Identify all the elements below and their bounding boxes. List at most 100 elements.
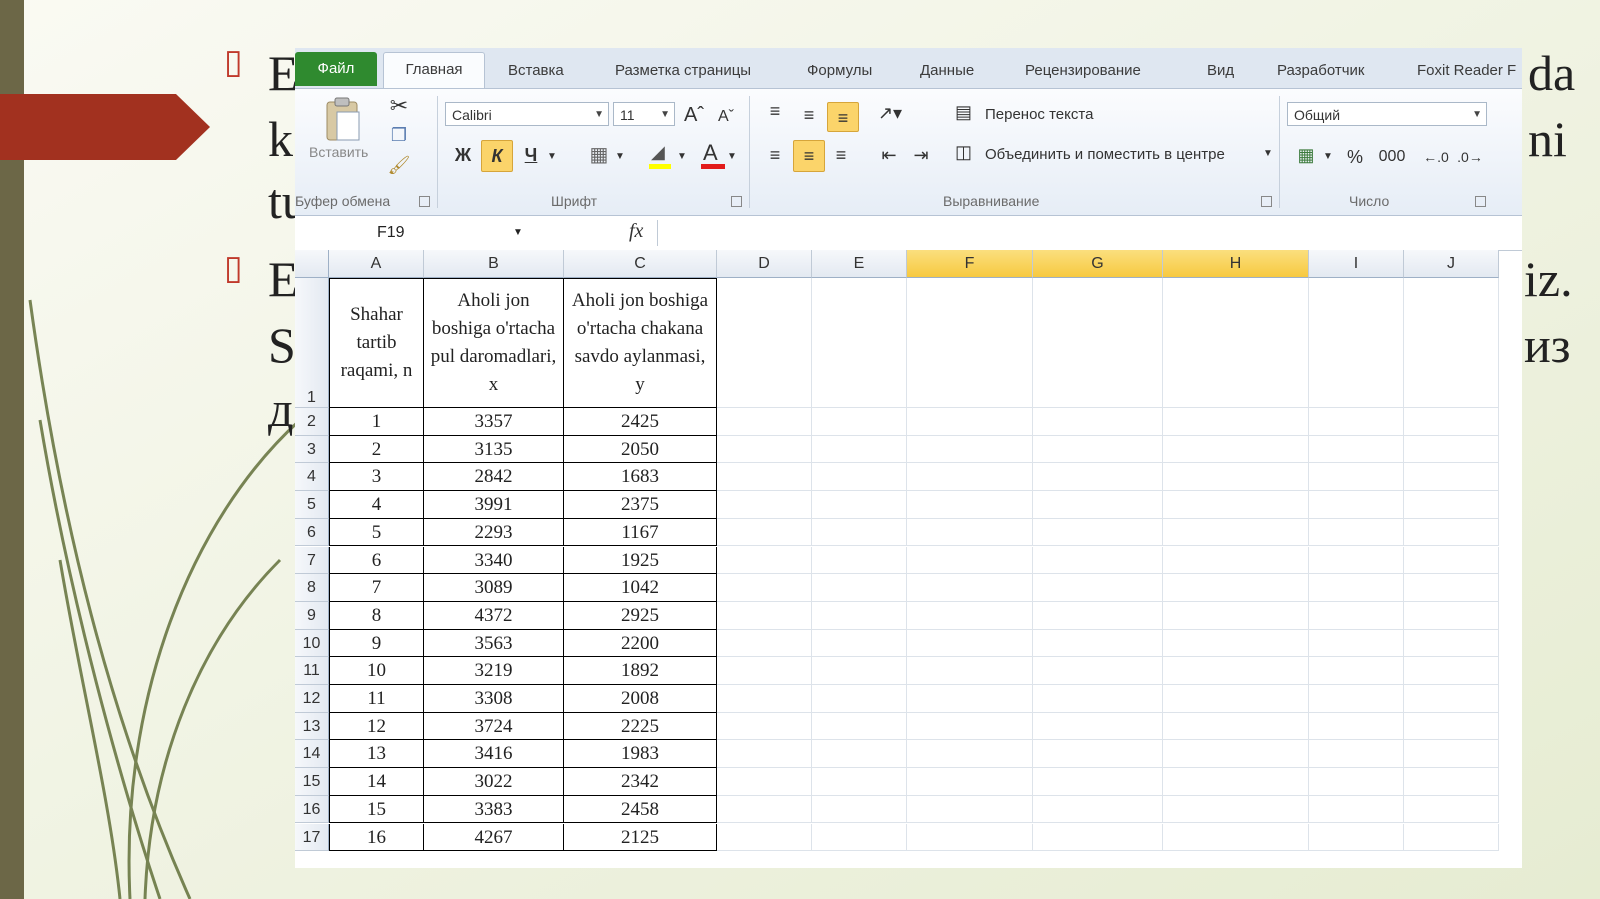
sheet-cell[interactable] [1404,795,1499,824]
sheet-cell[interactable] [1033,546,1163,575]
sheet-cell[interactable] [717,278,812,408]
sheet-cell[interactable] [812,657,907,685]
decrease-indent-icon[interactable]: ⇤ [875,142,903,168]
table-cell[interactable]: 3724 [424,712,564,741]
table-cell[interactable]: 2342 [564,768,717,796]
sheet-cell[interactable] [717,408,812,436]
sheet-cell[interactable] [1033,435,1163,464]
column-header-a[interactable]: A [329,250,424,278]
sheet-cell[interactable] [907,408,1033,436]
column-header-d[interactable]: D [717,250,812,278]
sheet-cell[interactable] [1163,629,1309,658]
italic-button[interactable]: К [481,140,513,172]
merge-center-button[interactable]: ◫ Объединить и поместить в центре ▼ [955,142,1275,168]
sheet-cell[interactable] [1309,278,1404,408]
sheet-cell[interactable] [907,740,1033,769]
sheet-cell[interactable] [812,795,907,824]
sheet-cell[interactable] [1404,278,1499,408]
sheet-cell[interactable] [1033,768,1163,796]
sheet-cell[interactable] [1163,546,1309,575]
table-cell[interactable]: 3308 [424,685,564,713]
row-header-3[interactable]: 3 [295,435,329,464]
grow-font-icon[interactable]: Aˆ [681,102,707,128]
table-cell[interactable]: 3022 [424,768,564,796]
table-cell[interactable]: 1683 [564,463,717,492]
wrap-text-button[interactable]: ▤ Перенос текста [955,102,1135,128]
sheet-cell[interactable] [1163,463,1309,492]
sheet-cell[interactable] [812,546,907,575]
align-center-icon[interactable]: ≡ [793,140,825,172]
table-cell[interactable]: 2925 [564,601,717,630]
sheet-cell[interactable] [812,518,907,547]
table-cell[interactable]: 4372 [424,601,564,630]
sheet-cell[interactable] [1404,491,1499,519]
font-name-select[interactable]: Calibri ▼ [445,102,609,126]
decrease-decimal-icon[interactable]: .0→ [1455,144,1485,170]
table-cell[interactable]: 1983 [564,740,717,769]
row-header-16[interactable]: 16 [295,795,329,824]
sheet-cell[interactable] [1163,657,1309,685]
cut-icon[interactable]: ✂ [387,93,411,119]
sheet-cell[interactable] [717,518,812,547]
sheet-cell[interactable] [812,463,907,492]
sheet-cell[interactable] [1163,823,1309,852]
align-left-icon[interactable]: ≡ [761,142,789,168]
sheet-cell[interactable] [1033,463,1163,492]
sheet-cell[interactable] [1309,657,1404,685]
row-header-13[interactable]: 13 [295,712,329,741]
sheet-cell[interactable] [907,278,1033,408]
sheet-cell[interactable] [717,629,812,658]
chevron-down-icon[interactable]: ▼ [725,144,739,170]
sheet-cell[interactable] [1309,685,1404,713]
sheet-cell[interactable] [1404,629,1499,658]
row-header-17[interactable]: 17 [295,823,329,852]
table-header-cell[interactable]: Aholi jon boshiga o'rtacha pul daromadla… [424,278,564,408]
sheet-cell[interactable] [717,491,812,519]
sheet-cell[interactable] [1404,685,1499,713]
paste-button[interactable]: Вставить [303,96,383,166]
row-header-9[interactable]: 9 [295,601,329,630]
sheet-cell[interactable] [1309,463,1404,492]
alignment-launcher-icon[interactable] [1261,196,1272,207]
sheet-cell[interactable] [907,712,1033,741]
sheet-cell[interactable] [907,795,1033,824]
sheet-cell[interactable] [907,629,1033,658]
tab-home[interactable]: Главная [383,52,485,89]
sheet-cell[interactable] [1309,712,1404,741]
sheet-cell[interactable] [1309,601,1404,630]
row-header-6[interactable]: 6 [295,518,329,547]
copy-icon[interactable]: ❐ [387,122,411,148]
font-size-select[interactable]: 11 ▼ [613,102,675,126]
table-cell[interactable]: 1 [329,408,424,436]
font-color-icon[interactable]: A [699,140,727,172]
table-cell[interactable]: 1167 [564,518,717,547]
sheet-cell[interactable] [1163,740,1309,769]
row-header-8[interactable]: 8 [295,574,329,602]
increase-decimal-icon[interactable]: ←.0 [1421,144,1451,170]
table-cell[interactable]: 2225 [564,712,717,741]
table-cell[interactable]: 6 [329,546,424,575]
sheet-cell[interactable] [1033,685,1163,713]
table-cell[interactable]: 16 [329,823,424,852]
clipboard-launcher-icon[interactable] [419,196,430,207]
sheet-cell[interactable] [1404,823,1499,852]
table-cell[interactable]: 3357 [424,408,564,436]
sheet-cell[interactable] [907,574,1033,602]
sheet-cell[interactable] [907,768,1033,796]
borders-icon[interactable]: ▦ [585,142,613,168]
number-format-select[interactable]: Общий ▼ [1287,102,1487,126]
sheet-cell[interactable] [1404,768,1499,796]
table-cell[interactable]: 2 [329,435,424,464]
table-cell[interactable]: 11 [329,685,424,713]
sheet-cell[interactable] [1033,657,1163,685]
align-bottom-icon[interactable]: ≡ [827,102,859,132]
formula-input[interactable] [657,220,1518,246]
table-cell[interactable]: 3416 [424,740,564,769]
increase-indent-icon[interactable]: ⇥ [907,142,935,168]
sheet-cell[interactable] [812,685,907,713]
table-cell[interactable]: 1892 [564,657,717,685]
sheet-cell[interactable] [717,712,812,741]
column-header-c[interactable]: C [564,250,717,278]
sheet-cell[interactable] [907,546,1033,575]
sheet-cell[interactable] [1309,574,1404,602]
